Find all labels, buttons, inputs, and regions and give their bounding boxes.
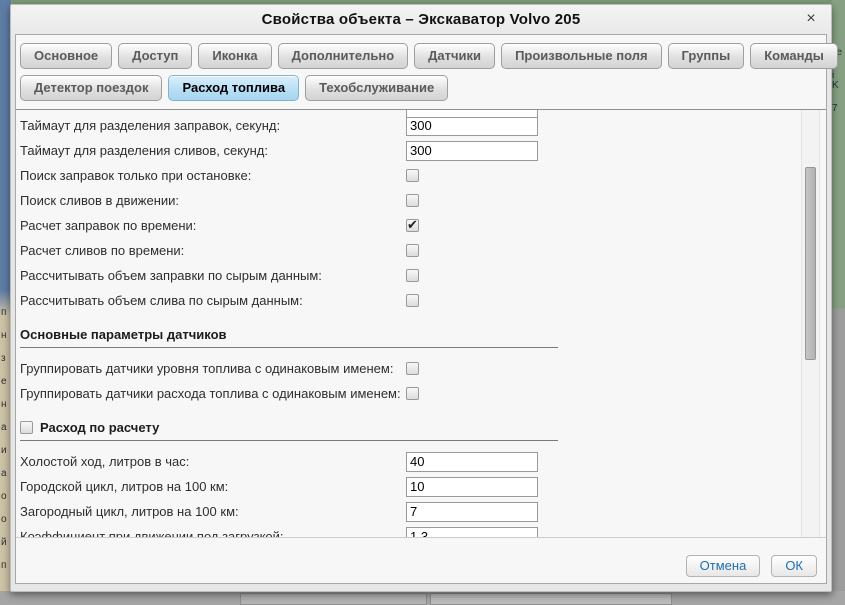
dialog-titlebar: Свойства объекта – Экскаватор Volvo 205 … bbox=[11, 5, 831, 34]
refuel-timeout-label: Таймаут для разделения заправок, секунд: bbox=[20, 118, 406, 133]
tab-custom-fields[interactable]: Произвольные поля bbox=[501, 43, 661, 69]
map-label-fragment: о bbox=[1, 492, 7, 502]
map-label-fragment: з bbox=[1, 354, 7, 364]
drain-by-time-label: Расчет сливов по времени: bbox=[20, 243, 406, 258]
map-label-fragment: п bbox=[1, 308, 7, 318]
map-label-fragment: й bbox=[1, 538, 7, 548]
fuel-settings-scroll-area: Таймаут для разделения заправок, секунд:… bbox=[16, 110, 826, 538]
drain-by-time-checkbox[interactable] bbox=[406, 244, 419, 257]
drain-timeout-label: Таймаут для разделения сливов, секунд: bbox=[20, 143, 406, 158]
tab-access[interactable]: Доступ bbox=[118, 43, 192, 69]
map-bottom-fragment bbox=[240, 593, 427, 605]
tab-fuel-consumption[interactable]: Расход топлива bbox=[168, 75, 299, 101]
map-label-fragment: 7 bbox=[832, 104, 843, 114]
map-edge-bottom bbox=[0, 591, 845, 605]
ok-button[interactable]: ОК bbox=[771, 555, 817, 577]
refuel-by-time-checkbox[interactable] bbox=[406, 219, 419, 232]
group-fuel-consumption-row: Группировать датчики расхода топлива с о… bbox=[16, 381, 826, 406]
map-edge-right: теi K7 bbox=[832, 0, 845, 605]
map-label-fragment: п bbox=[1, 561, 7, 571]
refuel-volume-raw-checkbox[interactable] bbox=[406, 269, 419, 282]
tabs-row-2: Детектор поездокРасход топливаТехобслужи… bbox=[16, 75, 826, 101]
urban-cycle-label: Городской цикл, литров на 100 км: bbox=[20, 479, 406, 494]
drain-timeout-row: Таймаут для разделения сливов, секунд: bbox=[16, 138, 826, 163]
tab-general[interactable]: Основное bbox=[20, 43, 112, 69]
suburban-cycle-input[interactable] bbox=[406, 502, 538, 522]
drain-in-motion-label: Поиск сливов в движении: bbox=[20, 193, 406, 208]
vertical-scrollbar-track[interactable] bbox=[801, 110, 820, 537]
cancel-button[interactable]: Отмена bbox=[686, 555, 761, 577]
refuel-volume-raw-row: Рассчитывать объем заправки по сырым дан… bbox=[16, 263, 826, 288]
object-properties-dialog: Свойства объекта – Экскаватор Volvo 205 … bbox=[10, 4, 832, 592]
tabs-row-1: ОсновноеДоступИконка ДополнительноДатчики… bbox=[16, 43, 826, 69]
consumption-math-checkbox[interactable] bbox=[20, 421, 33, 434]
map-label-fragment: i K bbox=[832, 71, 843, 91]
group-fuel-level-label: Группировать датчики уровня топлива с од… bbox=[20, 361, 406, 376]
refuel-only-stop-row: Поиск заправок только при остановке: bbox=[16, 163, 826, 188]
refuel-timeout-input[interactable] bbox=[406, 116, 538, 136]
map-label-fragment: и bbox=[1, 446, 7, 456]
drain-by-time-row: Расчет сливов по времени: bbox=[16, 238, 826, 263]
drain-timeout-input[interactable] bbox=[406, 141, 538, 161]
dialog-panel: ОсновноеДоступИконка ДополнительноДатчики… bbox=[15, 34, 827, 584]
drain-volume-raw-label: Рассчитывать объем слива по сырым данным… bbox=[20, 293, 406, 308]
sensor-params-section: Основные параметры датчиков bbox=[16, 327, 826, 348]
refuel-volume-raw-label: Рассчитывать объем заправки по сырым дан… bbox=[20, 268, 406, 283]
consumption-math-section-title: Расход по расчету bbox=[40, 420, 159, 435]
map-label-fragment: о bbox=[1, 515, 7, 525]
clipped-input-above-scroll[interactable] bbox=[406, 110, 538, 118]
map-left-labels: п н з е н а и а о о й п bbox=[1, 308, 7, 571]
map-label-fragment: н bbox=[1, 331, 7, 341]
dialog-title: Свойства объекта – Экскаватор Volvo 205 bbox=[11, 5, 831, 35]
close-icon[interactable]: × bbox=[801, 9, 821, 29]
tab-commands[interactable]: Команды bbox=[750, 43, 838, 69]
load-coefficient-row: Коэффициент при движении под загрузкой: bbox=[16, 524, 826, 538]
map-bottom-fragment bbox=[430, 593, 672, 605]
group-fuel-level-checkbox[interactable] bbox=[406, 362, 419, 375]
map-label-fragment: а bbox=[1, 469, 7, 479]
suburban-cycle-label: Загородный цикл, литров на 100 км: bbox=[20, 504, 406, 519]
group-fuel-consumption-label: Группировать датчики расхода топлива с о… bbox=[20, 386, 406, 401]
urban-cycle-input[interactable] bbox=[406, 477, 538, 497]
drain-volume-raw-row: Рассчитывать объем слива по сырым данным… bbox=[16, 288, 826, 313]
urban-cycle-row: Городской цикл, литров на 100 км: bbox=[16, 474, 826, 499]
load-coefficient-input[interactable] bbox=[406, 527, 538, 539]
tab-maintenance[interactable]: Техобслуживание bbox=[305, 75, 448, 101]
suburban-cycle-row: Загородный цикл, литров на 100 км: bbox=[16, 499, 826, 524]
group-fuel-consumption-checkbox[interactable] bbox=[406, 387, 419, 400]
map-label-fragment: а bbox=[1, 423, 7, 433]
refuel-only-stop-label: Поиск заправок только при остановке: bbox=[20, 168, 406, 183]
idle-consumption-row: Холостой ход, литров в час: bbox=[16, 449, 826, 474]
group-fuel-level-row: Группировать датчики уровня топлива с од… bbox=[16, 356, 826, 381]
dialog-footer: Отмена ОК bbox=[686, 555, 817, 577]
sensor-params-section-title: Основные параметры датчиков bbox=[20, 327, 227, 342]
idle-consumption-input[interactable] bbox=[406, 452, 538, 472]
tab-groups[interactable]: Группы bbox=[668, 43, 745, 69]
refuel-by-time-label: Расчет заправок по времени: bbox=[20, 218, 406, 233]
tab-advanced[interactable]: Дополнительно bbox=[278, 43, 409, 69]
drain-volume-raw-checkbox[interactable] bbox=[406, 294, 419, 307]
tab-sensors[interactable]: Датчики bbox=[414, 43, 495, 69]
map-label-fragment: н bbox=[1, 400, 7, 410]
map-label-fragment: е bbox=[1, 377, 7, 387]
idle-consumption-label: Холостой ход, литров в час: bbox=[20, 454, 406, 469]
tab-icon[interactable]: Иконка bbox=[198, 43, 271, 69]
refuel-only-stop-checkbox[interactable] bbox=[406, 169, 419, 182]
drain-in-motion-row: Поиск сливов в движении: bbox=[16, 188, 826, 213]
refuel-by-time-row: Расчет заправок по времени: bbox=[16, 213, 826, 238]
load-coefficient-label: Коэффициент при движении под загрузкой: bbox=[20, 529, 406, 538]
consumption-math-section: Расход по расчету bbox=[16, 420, 826, 441]
vertical-scrollbar-thumb[interactable] bbox=[805, 167, 816, 360]
tab-trip-detector[interactable]: Детектор поездок bbox=[20, 75, 162, 101]
drain-in-motion-checkbox[interactable] bbox=[406, 194, 419, 207]
